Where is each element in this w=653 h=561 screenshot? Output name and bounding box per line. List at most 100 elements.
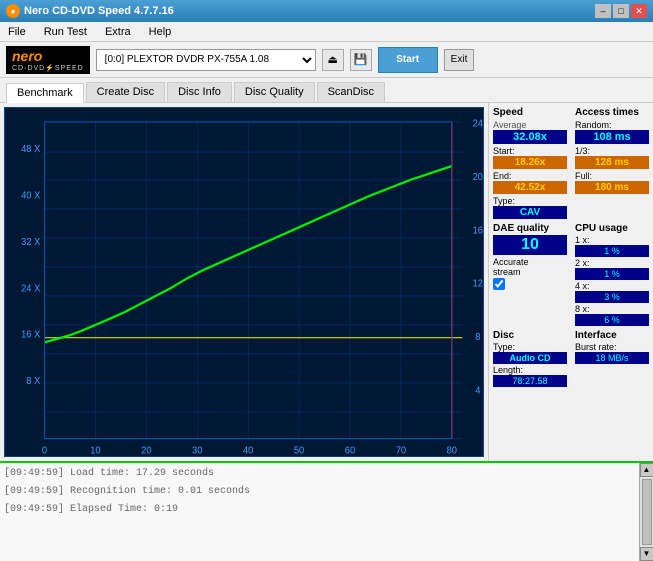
svg-text:8 X: 8 X	[26, 376, 40, 388]
svg-text:50: 50	[294, 445, 305, 456]
svg-text:8: 8	[475, 332, 481, 344]
menu-extra[interactable]: Extra	[101, 24, 135, 40]
svg-text:40 X: 40 X	[21, 190, 41, 202]
disc-type-label: Type:	[493, 342, 567, 352]
drive-selector[interactable]: [0:0] PLEXTOR DVDR PX-755A 1.08	[96, 49, 316, 71]
close-button[interactable]: ✕	[631, 4, 647, 18]
svg-text:24: 24	[473, 118, 483, 130]
log-content: [09:49:59] Load time: 17.29 seconds [09:…	[0, 463, 639, 561]
random-value: 108 ms	[575, 130, 649, 144]
cpu-4x-value: 3 %	[575, 291, 649, 303]
exit-button[interactable]: Exit	[444, 49, 475, 71]
svg-text:40: 40	[243, 445, 254, 456]
start-label: Start:	[493, 146, 567, 156]
tab-benchmark[interactable]: Benchmark	[6, 83, 84, 103]
tabs-bar: Benchmark Create Disc Disc Info Disc Qua…	[0, 78, 653, 103]
disc-section: Disc Type: Audio CD Length: 78:27.58	[493, 330, 567, 387]
minimize-button[interactable]: –	[595, 4, 611, 18]
cpu-2x-value: 1 %	[575, 268, 649, 280]
maximize-button[interactable]: □	[613, 4, 629, 18]
disc-length-label: Length:	[493, 365, 567, 375]
log-line-1: [09:49:59] Load time: 17.29 seconds	[4, 465, 635, 483]
full-value: 180 ms	[575, 181, 649, 194]
cpu-dae-row: DAE quality 10 Accurate stream CPU usage…	[493, 223, 649, 326]
right-panel: Speed Average 32.08x Start: 18.26x End: …	[488, 103, 653, 461]
type-label: Type:	[493, 196, 567, 206]
burst-label: Burst rate:	[575, 342, 649, 352]
log-area: [09:49:59] Load time: 17.29 seconds [09:…	[0, 461, 653, 561]
cpu-8x-value: 6 %	[575, 314, 649, 326]
one-third-label: 1/3:	[575, 146, 649, 156]
content-wrapper: 48 X 40 X 32 X 24 X 16 X 8 X 0 10 20 30 …	[0, 103, 653, 561]
tab-create-disc[interactable]: Create Disc	[86, 82, 165, 102]
accurate-checkbox[interactable]	[493, 278, 505, 290]
disc-title: Disc	[493, 330, 567, 341]
svg-text:70: 70	[396, 445, 407, 456]
tab-disc-quality[interactable]: Disc Quality	[234, 82, 315, 102]
title-controls[interactable]: – □ ✕	[595, 4, 647, 18]
svg-text:12: 12	[473, 278, 483, 290]
svg-text:4: 4	[475, 385, 481, 397]
scroll-down-button[interactable]: ▼	[640, 547, 653, 561]
chart-and-right: 48 X 40 X 32 X 24 X 16 X 8 X 0 10 20 30 …	[0, 103, 653, 461]
full-label: Full:	[575, 171, 649, 181]
log-scrollbar[interactable]: ▲ ▼	[639, 463, 653, 561]
disc-length-value: 78:27.58	[493, 375, 567, 387]
cpu-1x-value: 1 %	[575, 245, 649, 257]
nero-logo-text: nero	[12, 48, 84, 64]
dae-value: 10	[493, 235, 567, 255]
title-bar-left: ● Nero CD-DVD Speed 4.7.7.16	[6, 4, 174, 18]
dae-section: DAE quality 10 Accurate stream	[493, 223, 567, 326]
scroll-thumb	[642, 479, 652, 545]
cpu-4x-label: 4 x:	[575, 281, 649, 291]
svg-text:20: 20	[473, 171, 483, 183]
start-value: 18.26x	[493, 156, 567, 169]
svg-text:32 X: 32 X	[21, 236, 41, 248]
interface-title: Interface	[575, 330, 649, 341]
log-content-row: [09:49:59] Load time: 17.29 seconds [09:…	[0, 463, 653, 561]
accurate-label2: stream	[493, 267, 567, 277]
access-section: Access times Random: 108 ms 1/3: 128 ms …	[575, 107, 649, 219]
one-third-value: 128 ms	[575, 156, 649, 169]
svg-text:24 X: 24 X	[21, 283, 41, 295]
save-icon[interactable]: 💾	[350, 49, 372, 71]
accurate-label: Accurate	[493, 257, 567, 267]
chart-svg: 48 X 40 X 32 X 24 X 16 X 8 X 0 10 20 30 …	[5, 108, 483, 456]
start-button[interactable]: Start	[378, 47, 438, 73]
svg-text:16: 16	[473, 225, 483, 237]
cpu-section: CPU usage 1 x: 1 % 2 x: 1 % 4 x: 3 % 8 x…	[575, 223, 649, 326]
menu-run-test[interactable]: Run Test	[40, 24, 91, 40]
dae-title: DAE quality	[493, 223, 567, 234]
end-label: End:	[493, 171, 567, 181]
svg-text:10: 10	[90, 445, 101, 456]
menu-bar: File Run Test Extra Help	[0, 22, 653, 42]
title-bar: ● Nero CD-DVD Speed 4.7.7.16 – □ ✕	[0, 0, 653, 22]
cpu-2x-label: 2 x:	[575, 258, 649, 268]
scroll-up-button[interactable]: ▲	[640, 463, 653, 477]
tab-scan-disc[interactable]: ScanDisc	[317, 82, 385, 102]
svg-text:30: 30	[192, 445, 203, 456]
menu-help[interactable]: Help	[145, 24, 176, 40]
speed-section: Speed Average 32.08x Start: 18.26x End: …	[493, 107, 567, 219]
svg-text:48 X: 48 X	[21, 144, 41, 156]
access-title: Access times	[575, 107, 649, 118]
eject-icon[interactable]: ⏏	[322, 49, 344, 71]
log-line-3: [09:49:59] Elapsed Time: 0:19	[4, 501, 635, 519]
menu-file[interactable]: File	[4, 24, 30, 40]
random-label: Random:	[575, 120, 649, 130]
nero-logo: nero CD·DVD⚡SPEED	[6, 46, 90, 74]
average-value: 32.08x	[493, 130, 567, 144]
svg-text:0: 0	[42, 445, 48, 456]
toolbar: nero CD·DVD⚡SPEED [0:0] PLEXTOR DVDR PX-…	[0, 42, 653, 78]
speed-access-row: Speed Average 32.08x Start: 18.26x End: …	[493, 107, 649, 219]
cpu-8x-label: 8 x:	[575, 304, 649, 314]
app-icon: ●	[6, 4, 20, 18]
tab-disc-info[interactable]: Disc Info	[167, 82, 232, 102]
end-value: 42.52x	[493, 181, 567, 194]
average-label: Average	[493, 120, 567, 130]
burst-value: 18 MB/s	[575, 352, 649, 364]
svg-text:80: 80	[447, 445, 458, 456]
type-value: CAV	[493, 206, 567, 219]
svg-text:16 X: 16 X	[21, 329, 41, 341]
chart-area: 48 X 40 X 32 X 24 X 16 X 8 X 0 10 20 30 …	[4, 107, 484, 457]
